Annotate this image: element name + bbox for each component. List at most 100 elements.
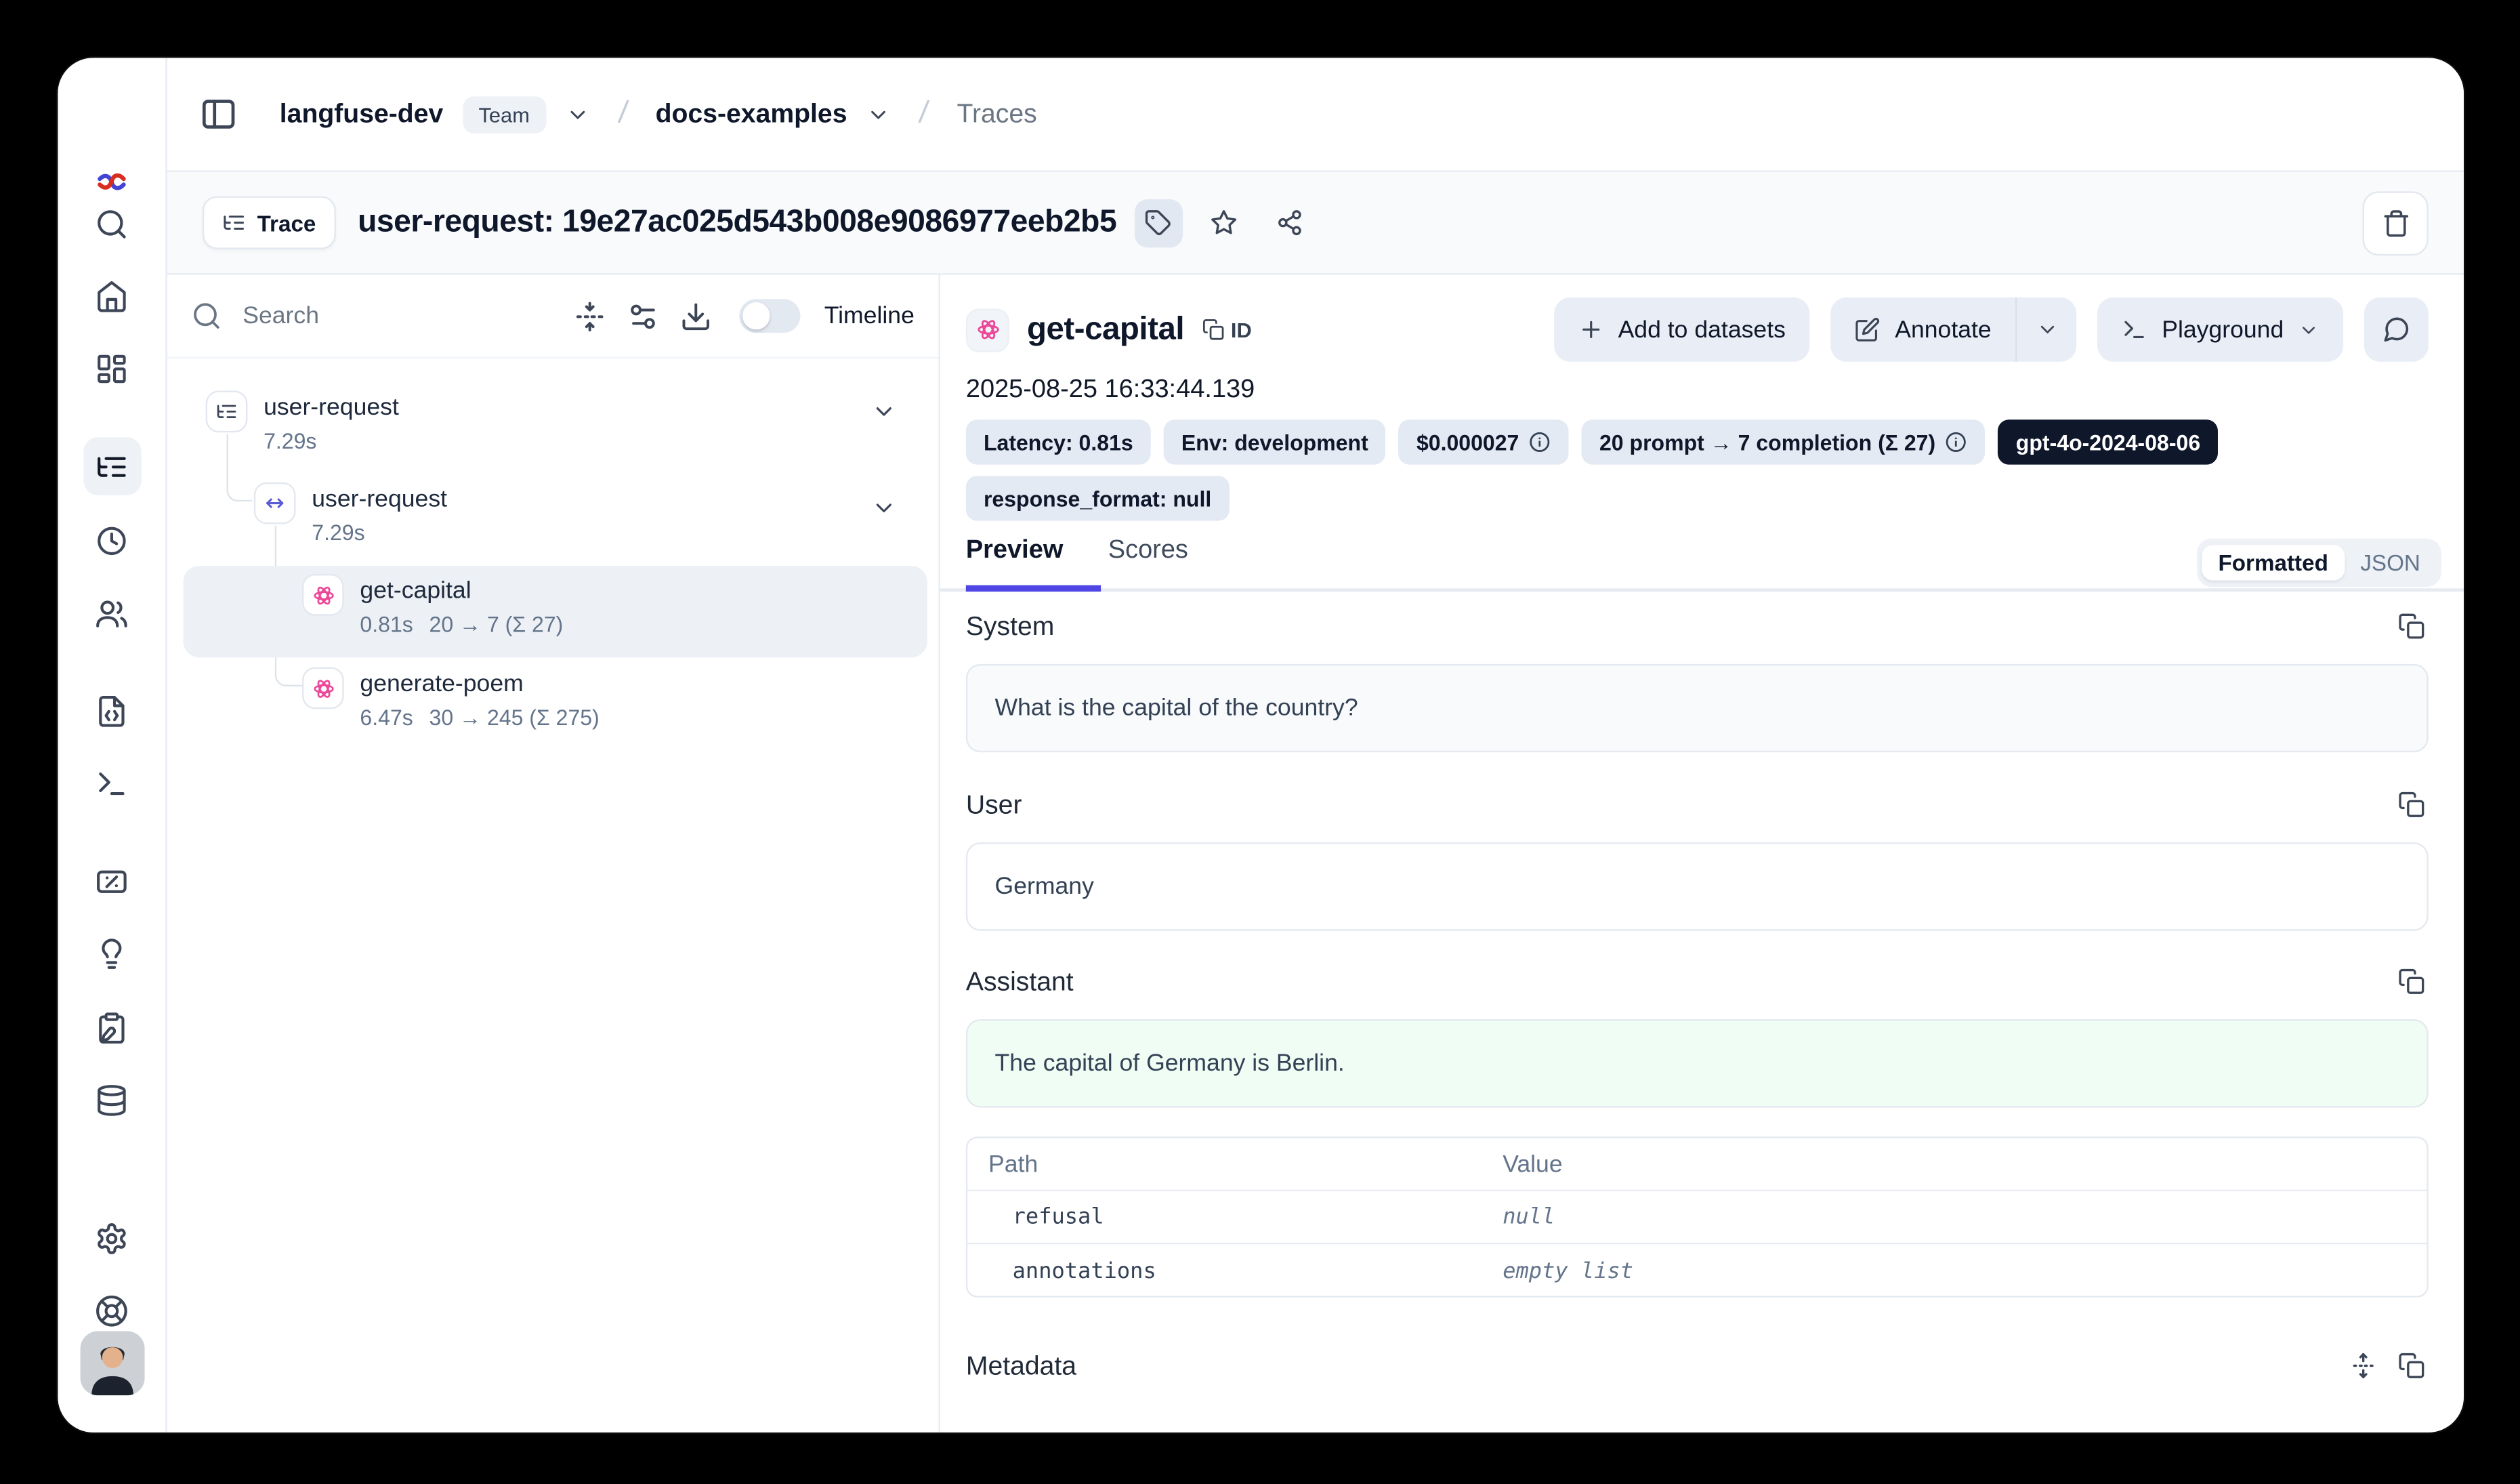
generation-icon <box>975 316 1001 342</box>
chevron-down-icon[interactable] <box>871 398 897 424</box>
search-input[interactable] <box>243 302 553 329</box>
sidebar-item-settings[interactable] <box>83 1209 140 1266</box>
chevron-down-icon[interactable] <box>565 102 589 127</box>
sidebar-item-prompts[interactable] <box>83 682 140 739</box>
tree-item-duration: 7.29s <box>264 429 316 453</box>
generation-node-icon <box>302 574 344 616</box>
breadcrumb-project[interactable]: langfuse-dev <box>280 99 443 129</box>
generation-node-icon <box>302 667 344 709</box>
copy-id-button[interactable]: ID <box>1202 318 1252 342</box>
trace-tree-panel: Timeline user-request 7.29s <box>167 275 940 1433</box>
filter-settings-icon[interactable] <box>627 300 658 331</box>
column-header-path: Path <box>967 1150 1503 1177</box>
system-message-text: What is the capital of the country? <box>995 695 1358 722</box>
pen-square-icon <box>1855 316 1881 342</box>
share-icon <box>1276 209 1303 236</box>
token-usage-badge[interactable]: 20 prompt → 7 completion (Σ 27) <box>1582 419 1986 464</box>
add-to-datasets-button[interactable]: Add to datasets <box>1554 297 1810 362</box>
env-badge: Env: development <box>1164 419 1386 464</box>
trash-icon <box>2381 208 2410 237</box>
tree-item-meta: 6.47s30 → 245 (Σ 275) <box>360 706 599 730</box>
user-avatar[interactable] <box>81 1331 145 1395</box>
copy-icon[interactable] <box>2398 613 2425 640</box>
delete-trace-button[interactable] <box>2363 190 2429 255</box>
user-message-text: Germany <box>995 873 1094 900</box>
trace-tree: user-request 7.29s user-request 7.29s ge… <box>167 358 939 1433</box>
chevron-down-icon[interactable] <box>871 495 897 521</box>
row-path: refusal <box>967 1204 1503 1230</box>
unfold-vertical-icon[interactable] <box>2350 1352 2377 1379</box>
chevron-down-icon <box>2298 319 2319 340</box>
star-icon <box>1211 209 1238 236</box>
star-button[interactable] <box>1200 199 1248 247</box>
model-badge[interactable]: gpt-4o-2024-08-06 <box>1998 419 2219 464</box>
sidebar-item-search[interactable] <box>83 194 140 252</box>
annotate-dropdown-button[interactable] <box>2015 297 2076 362</box>
arrow-left-right-icon <box>264 492 286 514</box>
copy-icon[interactable] <box>2398 968 2425 995</box>
main-content: Timeline user-request 7.29s <box>167 275 2464 1433</box>
detail-tabs: Preview Scores <box>966 537 1188 585</box>
list-tree-icon <box>222 211 246 235</box>
share-button[interactable] <box>1266 199 1314 247</box>
sidebar-item-insights[interactable] <box>83 924 140 982</box>
tree-toolbar: Timeline <box>167 275 939 358</box>
annotate-button[interactable]: Annotate <box>1830 297 2015 362</box>
tree-item-label[interactable]: get-capital <box>360 577 471 604</box>
row-value: empty list <box>1503 1258 2427 1283</box>
tree-item-label[interactable]: user-request <box>312 485 447 512</box>
timeline-toggle[interactable] <box>739 299 800 333</box>
badge-row-1: Latency: 0.81s Env: development $0.00002… <box>966 419 2218 464</box>
download-icon[interactable] <box>679 300 711 331</box>
breadcrumb-section[interactable]: docs-examples <box>656 99 847 129</box>
assistant-message-box: The capital of Germany is Berlin. <box>966 1019 2429 1107</box>
tag-button[interactable] <box>1134 199 1182 247</box>
sidebar-toggle-icon[interactable] <box>199 95 238 133</box>
fold-vertical-icon[interactable] <box>574 300 606 331</box>
trace-node-icon <box>206 391 248 433</box>
cost-badge[interactable]: $0.000027 <box>1399 419 1569 464</box>
copy-icon[interactable] <box>2398 1352 2425 1379</box>
selected-row-highlight <box>183 566 927 657</box>
generation-badge <box>966 308 1009 351</box>
user-section-label: User <box>966 791 1022 821</box>
breadcrumb-separator: / <box>917 96 931 131</box>
playground-button[interactable]: Playground <box>2097 297 2343 362</box>
response-format-badge: response_format: null <box>966 476 1230 520</box>
chevron-down-icon[interactable] <box>866 102 891 127</box>
tree-connector <box>227 434 253 502</box>
sidebar-item-home[interactable] <box>83 267 140 325</box>
timeline-toggle-label: Timeline <box>824 302 915 329</box>
table-row: refusal null <box>967 1191 2427 1244</box>
json-view-button[interactable]: JSON <box>2345 545 2437 580</box>
sidebar-item-traces[interactable] <box>83 437 140 495</box>
tab-scores[interactable]: Scores <box>1108 537 1188 585</box>
sidebar-rail <box>58 58 167 1432</box>
annotate-split-button: Annotate <box>1830 297 2076 362</box>
sidebar-item-datasets[interactable] <box>83 1071 140 1128</box>
tab-preview[interactable]: Preview <box>966 537 1063 585</box>
sidebar-item-users[interactable] <box>83 583 140 641</box>
breadcrumb-page: Traces <box>957 99 1036 129</box>
span-node-icon <box>254 482 296 524</box>
trace-title: user-request: 19e27ac025d543b008e9086977… <box>358 204 1116 241</box>
sidebar-item-playground[interactable] <box>83 754 140 812</box>
sidebar-item-evaluation[interactable] <box>83 852 140 909</box>
observation-title: get-capital <box>1027 311 1184 348</box>
copy-icon <box>1202 318 1224 341</box>
sidebar-item-dashboards[interactable] <box>83 339 140 397</box>
tree-item-label[interactable]: user-request <box>264 394 399 421</box>
screen: langfuse-dev Team / docs-examples / Trac… <box>0 0 2520 1484</box>
search-icon <box>191 301 222 331</box>
observation-detail-panel: get-capital ID Add to datasets Annotate <box>940 275 2464 1433</box>
tree-item-duration: 7.29s <box>312 521 364 545</box>
comment-button[interactable] <box>2364 297 2429 362</box>
terminal-icon <box>2122 316 2147 342</box>
chevron-down-icon <box>2036 318 2058 341</box>
tree-item-label[interactable]: generate-poem <box>360 670 523 697</box>
assistant-message-text: The capital of Germany is Berlin. <box>995 1050 1345 1077</box>
sidebar-item-annotation[interactable] <box>83 998 140 1056</box>
formatted-view-button[interactable]: Formatted <box>2202 545 2345 580</box>
sidebar-item-sessions[interactable] <box>83 511 140 569</box>
copy-icon[interactable] <box>2398 791 2425 818</box>
